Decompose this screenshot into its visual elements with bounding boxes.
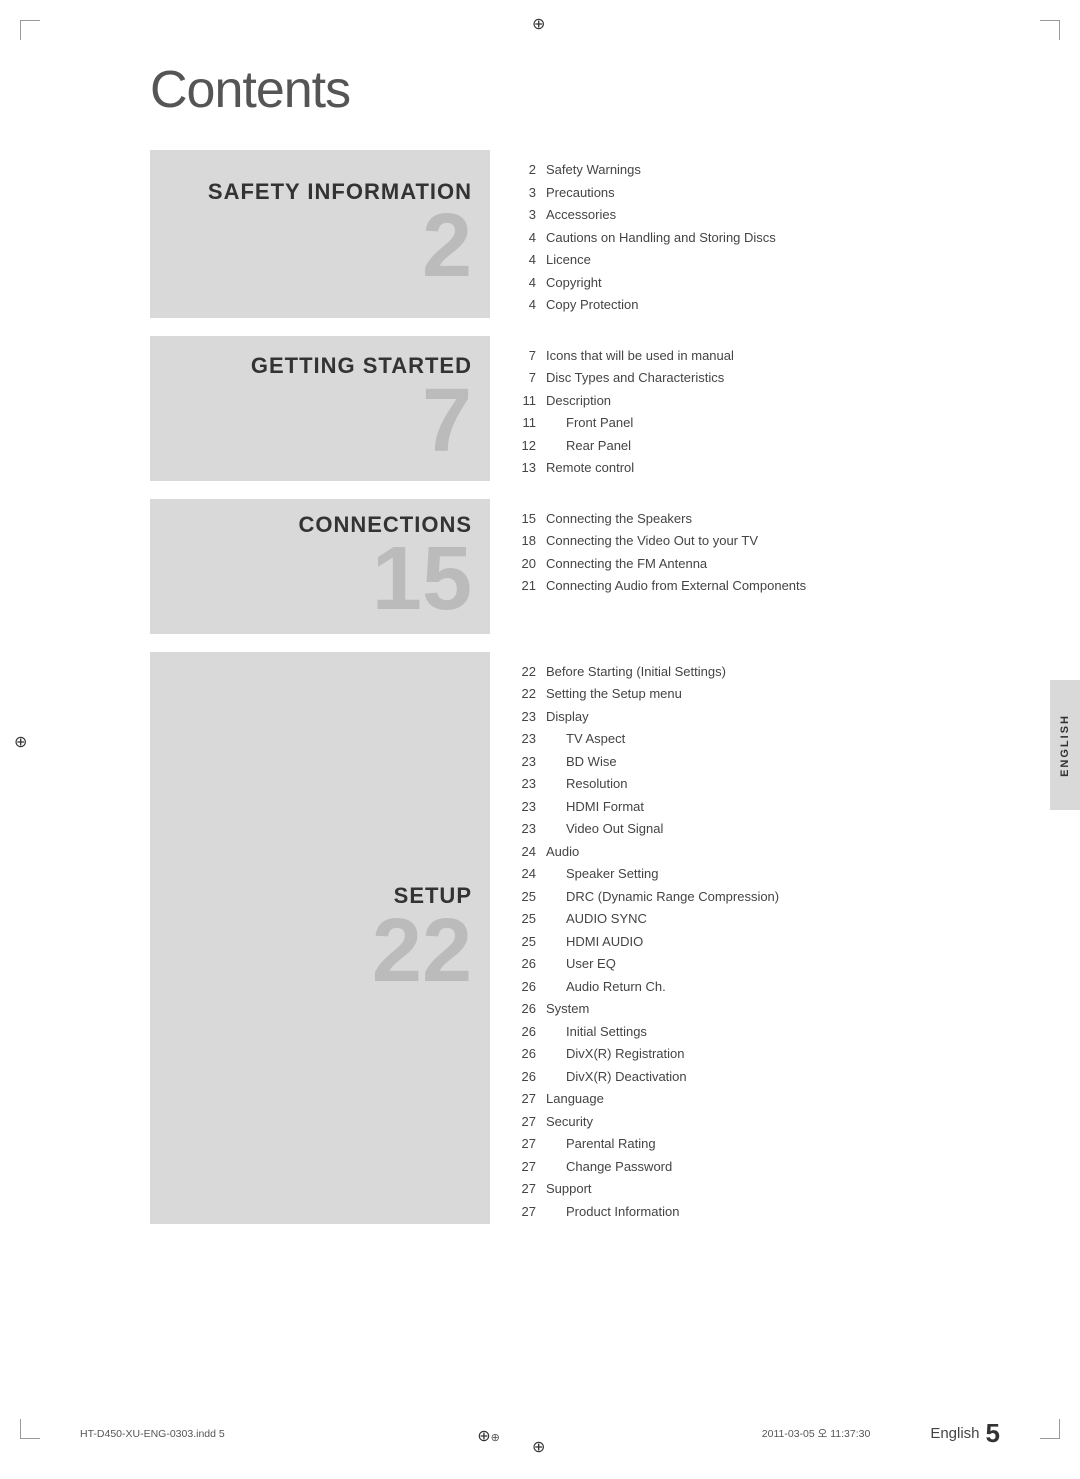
section-left-getting-started: GETTING STARTED 7 (150, 336, 490, 481)
toc-entry: 13Remote control (518, 458, 940, 478)
reg-mark-top (532, 14, 548, 30)
toc-entry: 23Display (518, 707, 940, 727)
toc-entry: 26System (518, 999, 940, 1019)
footer-right-group: 2011-03-05 오 11:37:30 English 5 (762, 1418, 1000, 1449)
footer: HT-D450-XU-ENG-0303.indd 5 ⊕ 2011-03-05 … (0, 1418, 1080, 1449)
section-setup: SETUP 22 22Before Starting (Initial Sett… (150, 652, 940, 1225)
toc-entry: 23Video Out Signal (518, 819, 940, 839)
toc-entry: 26User EQ (518, 954, 940, 974)
section-right-setup: 22Before Starting (Initial Settings) 22S… (490, 652, 940, 1225)
sections-container: SAFETY INFORMATION 2 2Safety Warnings 3P… (150, 150, 940, 1224)
toc-entry: 26DivX(R) Registration (518, 1044, 940, 1064)
toc-entry: 27Security (518, 1112, 940, 1132)
toc-entry: 3Accessories (518, 205, 940, 225)
reg-mark-footer: ⊕ (477, 1426, 493, 1442)
toc-entry: 24Speaker Setting (518, 864, 940, 884)
section-number-safety: 2 (168, 206, 472, 287)
section-number-getting-started: 7 (168, 381, 472, 462)
english-label: English (930, 1425, 979, 1442)
toc-entry: 12Rear Panel (518, 436, 940, 456)
toc-entry: 26DivX(R) Deactivation (518, 1067, 940, 1087)
section-left-safety: SAFETY INFORMATION 2 (150, 150, 490, 318)
english-sidebar: ENGLISH (1050, 680, 1080, 810)
section-left-connections: CONNECTIONS 15 (150, 499, 490, 634)
toc-entry: 23Resolution (518, 774, 940, 794)
toc-entry: 22Setting the Setup menu (518, 684, 940, 704)
page: Contents SAFETY INFORMATION 2 2Safety Wa… (0, 0, 1080, 1479)
toc-entry: 4Copyright (518, 273, 940, 293)
page-title: Contents (150, 60, 1000, 120)
section-right-getting-started: 7Icons that will be used in manual 7Disc… (490, 336, 940, 481)
toc-entry: 4Cautions on Handling and Storing Discs (518, 228, 940, 248)
section-right-connections: 15Connecting the Speakers 18Connecting t… (490, 499, 940, 634)
toc-entry: 27Product Information (518, 1202, 940, 1222)
english-sidebar-text: ENGLISH (1059, 714, 1071, 777)
section-number-setup: 22 (168, 911, 472, 992)
page-number: 5 (986, 1418, 1000, 1449)
section-safety-information: SAFETY INFORMATION 2 2Safety Warnings 3P… (150, 150, 940, 318)
corner-mark-top-right (1040, 20, 1060, 40)
toc-entry: 24Audio (518, 842, 940, 862)
toc-entry: 20Connecting the FM Antenna (518, 554, 940, 574)
section-connections: CONNECTIONS 15 15Connecting the Speakers… (150, 499, 940, 634)
reg-mark-left (14, 732, 30, 748)
toc-entry: 25AUDIO SYNC (518, 909, 940, 929)
toc-entry: 18Connecting the Video Out to your TV (518, 531, 940, 551)
toc-entry: 26Initial Settings (518, 1022, 940, 1042)
toc-entry: 4Copy Protection (518, 295, 940, 315)
toc-entry: 27Language (518, 1089, 940, 1109)
section-getting-started: GETTING STARTED 7 7Icons that will be us… (150, 336, 940, 481)
toc-entry: 11Front Panel (518, 413, 940, 433)
toc-entry: 21Connecting Audio from External Compone… (518, 576, 940, 596)
section-right-safety: 2Safety Warnings 3Precautions 3Accessori… (490, 150, 940, 318)
section-left-setup: SETUP 22 (150, 652, 490, 1225)
footer-right: 2011-03-05 오 11:37:30 (762, 1426, 871, 1441)
toc-entry: 23HDMI Format (518, 797, 940, 817)
toc-entry: 11Description (518, 391, 940, 411)
toc-entry: 4Licence (518, 250, 940, 270)
section-number-connections: 15 (168, 539, 472, 620)
toc-entry: 27Support (518, 1179, 940, 1199)
toc-entry: 22Before Starting (Initial Settings) (518, 662, 940, 682)
toc-entry: 27Change Password (518, 1157, 940, 1177)
footer-left: HT-D450-XU-ENG-0303.indd 5 (80, 1428, 225, 1440)
toc-entry: 26Audio Return Ch. (518, 977, 940, 997)
corner-mark-top-left (20, 20, 40, 40)
toc-entry: 25DRC (Dynamic Range Compression) (518, 887, 940, 907)
toc-entry: 3Precautions (518, 183, 940, 203)
toc-entry: 23BD Wise (518, 752, 940, 772)
toc-entry: 7Icons that will be used in manual (518, 346, 940, 366)
toc-entry: 7Disc Types and Characteristics (518, 368, 940, 388)
toc-entry: 2Safety Warnings (518, 160, 940, 180)
toc-entry: 27Parental Rating (518, 1134, 940, 1154)
toc-entry: 25HDMI AUDIO (518, 932, 940, 952)
toc-entry: 23TV Aspect (518, 729, 940, 749)
toc-entry: 15Connecting the Speakers (518, 509, 940, 529)
english-page: English 5 (930, 1418, 1000, 1449)
